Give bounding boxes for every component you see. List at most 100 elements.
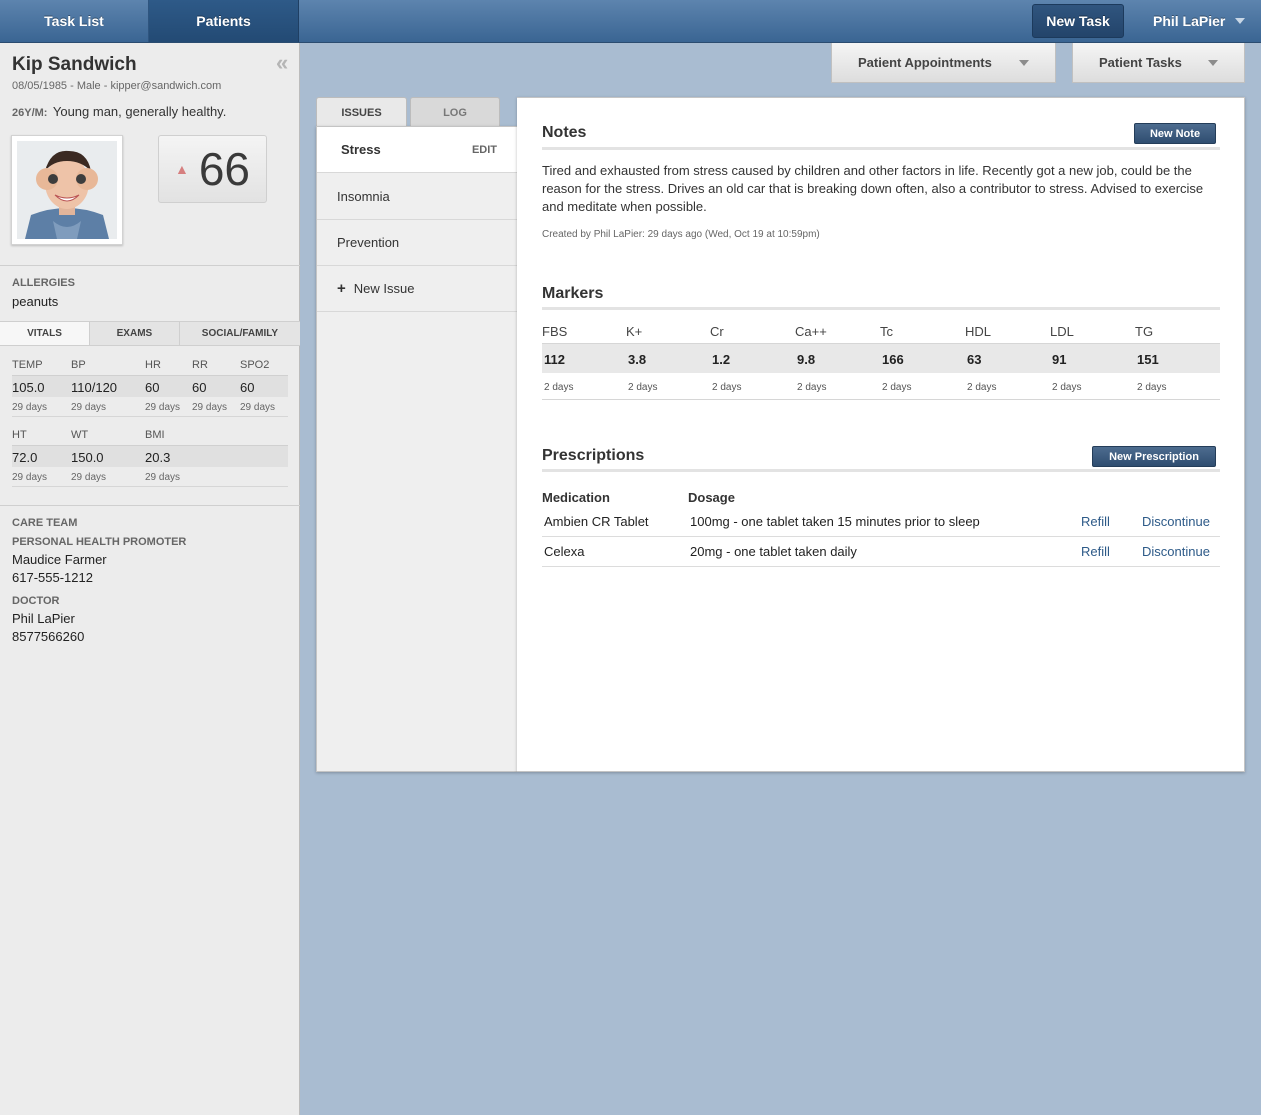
- patient-meta: 08/05/1985 - Male - kipper@sandwich.com: [12, 80, 222, 92]
- marker-date: 2 days: [1137, 382, 1167, 393]
- marker-header: TG: [1135, 324, 1154, 339]
- vital-header: RR: [192, 359, 208, 371]
- discontinue-link[interactable]: Discontinue: [1142, 514, 1210, 529]
- marker-value: 1.2: [712, 352, 731, 367]
- health-score: ▲ 66: [158, 135, 267, 203]
- vital-date: 29 days: [145, 472, 181, 483]
- marker-date: 2 days: [967, 382, 997, 393]
- issue-detail-panel: Notes New Note Tired and exhausted from …: [517, 97, 1245, 772]
- vital-date: 29 days: [192, 402, 228, 413]
- allergies-value: peanuts: [12, 294, 59, 309]
- tab-social-family[interactable]: SOCIAL/FAMILY: [179, 322, 300, 345]
- patient-photo: [11, 135, 123, 245]
- marker-header: Ca++: [795, 324, 827, 339]
- divider: [542, 536, 1220, 537]
- divider: [0, 265, 300, 266]
- divider: [542, 469, 1220, 472]
- issue-item-stress[interactable]: Stress EDIT: [317, 127, 518, 173]
- marker-value: 9.8: [797, 352, 816, 367]
- marker-value: 3.8: [628, 352, 647, 367]
- user-menu[interactable]: Phil LaPier: [1140, 0, 1261, 42]
- marker-header: HDL: [965, 324, 992, 339]
- new-task-button[interactable]: New Task: [1032, 4, 1124, 38]
- marker-value: 166: [882, 352, 904, 367]
- vital-header: BMI: [145, 429, 165, 441]
- refill-link[interactable]: Refill: [1081, 544, 1110, 559]
- marker-header: FBS: [542, 324, 568, 339]
- marker-date: 2 days: [1052, 382, 1082, 393]
- patient-avatar-image: [17, 141, 117, 239]
- arrow-up-icon: ▲: [174, 161, 189, 177]
- rx-dosage: 20mg - one tablet taken daily: [690, 544, 857, 559]
- vital-date: 29 days: [240, 402, 276, 413]
- vitals-tabs: VITALS EXAMS SOCIAL/FAMILY: [0, 321, 300, 346]
- vital-value: 60: [240, 380, 255, 395]
- tab-exams[interactable]: EXAMS: [89, 322, 180, 345]
- user-menu-label: Phil LaPier: [1153, 13, 1226, 29]
- patient-tasks-dropdown[interactable]: Patient Tasks: [1072, 43, 1245, 83]
- marker-value: 112: [544, 352, 565, 367]
- marker-header: Tc: [880, 324, 893, 339]
- vital-date: 29 days: [71, 472, 107, 483]
- marker-date: 2 days: [628, 382, 658, 393]
- note-meta: Created by Phil LaPier: 29 days ago (Wed…: [542, 229, 820, 240]
- vital-date: 29 days: [12, 472, 48, 483]
- patient-summary: 26Y/M: Young man, generally healthy.: [12, 104, 226, 119]
- discontinue-link[interactable]: Discontinue: [1142, 544, 1210, 559]
- plus-icon: +: [337, 280, 346, 297]
- vital-header: HR: [145, 359, 161, 371]
- marker-date: 2 days: [712, 382, 742, 393]
- allergies-label: ALLERGIES: [12, 277, 75, 289]
- doctor-label: DOCTOR: [12, 595, 60, 607]
- vital-value: 20.3: [145, 450, 171, 465]
- nav-tab-task-list[interactable]: Task List: [0, 0, 149, 42]
- vital-date: 29 days: [12, 402, 48, 413]
- vital-value: 60: [192, 380, 207, 395]
- divider: [542, 566, 1220, 567]
- vital-header: WT: [71, 429, 89, 441]
- edit-issue-button[interactable]: EDIT: [472, 144, 497, 156]
- nav-tab-patients[interactable]: Patients: [149, 0, 299, 42]
- vital-header: SPO2: [240, 359, 270, 371]
- tab-issues[interactable]: ISSUES: [316, 97, 407, 127]
- vital-header: BP: [71, 359, 86, 371]
- tab-log[interactable]: LOG: [410, 97, 500, 127]
- issue-label: Insomnia: [337, 189, 390, 204]
- new-note-button[interactable]: New Note: [1134, 123, 1216, 144]
- rx-medication: Ambien CR Tablet: [544, 514, 649, 529]
- vital-header: TEMP: [12, 359, 43, 371]
- rx-medication: Celexa: [544, 544, 585, 559]
- marker-header: LDL: [1050, 324, 1074, 339]
- divider: [542, 399, 1220, 400]
- new-issue-button[interactable]: + New Issue: [317, 266, 517, 312]
- vital-value: 110/120: [71, 380, 118, 395]
- collapse-sidebar-icon[interactable]: «: [276, 52, 288, 74]
- issue-label: Stress: [341, 142, 381, 157]
- issue-label: Prevention: [337, 235, 400, 250]
- markers-title: Markers: [542, 285, 604, 302]
- vital-value: 150.0: [71, 450, 104, 465]
- divider: [12, 416, 288, 417]
- vital-header: HT: [12, 429, 27, 441]
- patient-age-tag: 26Y/M:: [12, 107, 48, 119]
- marker-header: Cr: [710, 324, 724, 339]
- tab-vitals[interactable]: VITALS: [0, 322, 90, 345]
- patient-sidebar: « Kip Sandwich 08/05/1985 - Male - kippe…: [0, 43, 300, 1115]
- patient-appointments-dropdown[interactable]: Patient Appointments: [831, 43, 1056, 83]
- patient-name: Kip Sandwich: [12, 54, 137, 75]
- divider: [12, 486, 288, 487]
- issue-item-insomnia[interactable]: Insomnia: [317, 174, 517, 220]
- care-team-label: CARE TEAM: [12, 517, 78, 529]
- issues-list: Stress EDIT Insomnia Prevention + New Is…: [316, 126, 518, 772]
- new-prescription-button[interactable]: New Prescription: [1092, 446, 1216, 467]
- marker-value: 63: [967, 352, 982, 367]
- issue-item-prevention[interactable]: Prevention: [317, 220, 517, 266]
- marker-value: 91: [1052, 352, 1067, 367]
- marker-date: 2 days: [797, 382, 827, 393]
- promoter-name: Maudice Farmer: [12, 552, 107, 567]
- vital-date: 29 days: [71, 402, 107, 413]
- divider: [0, 505, 300, 506]
- refill-link[interactable]: Refill: [1081, 514, 1110, 529]
- vital-value: 72.0: [12, 450, 38, 465]
- note-text: Tired and exhausted from stress caused b…: [542, 163, 1204, 214]
